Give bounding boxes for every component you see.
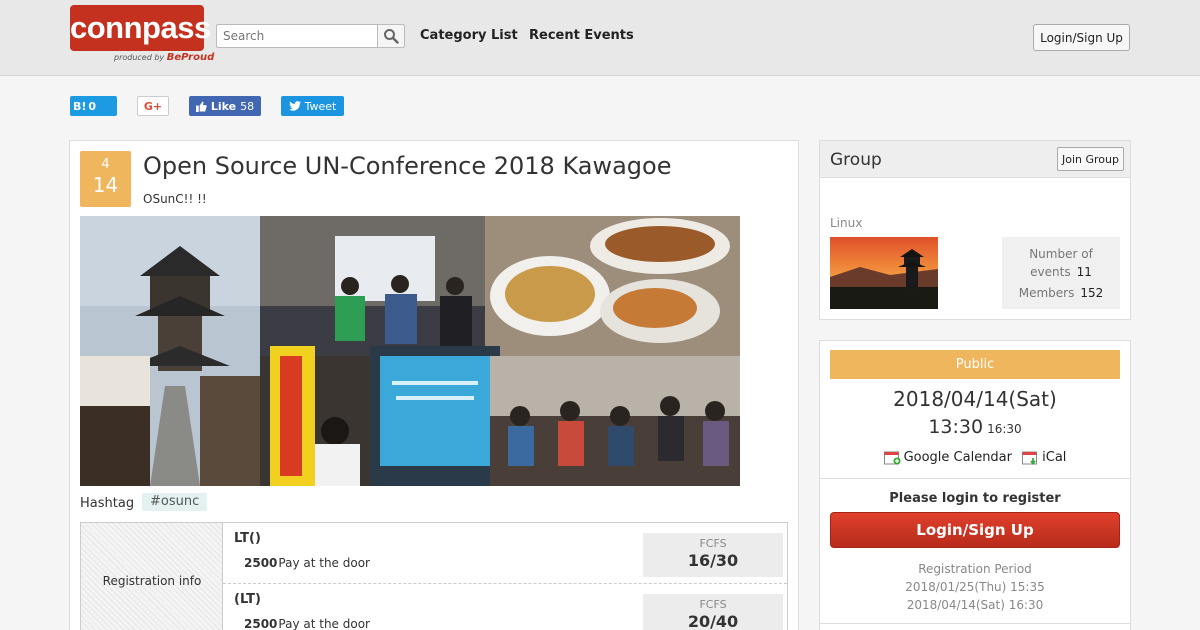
google-plus-button[interactable]: G+ <box>137 96 169 116</box>
facebook-like-button[interactable]: Like 58 <box>189 96 261 116</box>
login-to-register-note: Please login to register <box>889 491 1061 506</box>
calendar-links: Google Calendar iCal <box>820 450 1130 465</box>
event-day: 14 <box>92 173 119 197</box>
group-header: Group Join Group <box>820 141 1130 178</box>
join-group-button[interactable]: Join Group <box>1057 147 1124 171</box>
header-login-button[interactable]: Login/Sign Up <box>1033 24 1130 51</box>
event-subtitle: OSunC!! !! <box>143 192 207 206</box>
hatena-icon: B! <box>73 99 87 113</box>
group-events-stat: Number of events 11 <box>1029 247 1093 279</box>
group-members-count[interactable]: 152 <box>1080 286 1103 300</box>
connpass-logo[interactable]: connpass <box>70 5 211 51</box>
event-info-card: Public 2018/04/14(Sat) 13:30 16:30 Google… <box>819 340 1131 630</box>
group-stats: Number of events 11 Members 152 <box>1002 237 1120 309</box>
event-month: 4 <box>101 157 110 172</box>
search-box <box>216 24 405 48</box>
ticket-row: LT() 2500Pay at the door FCFS 16/30 <box>223 523 787 583</box>
registration-period: Registration Period 2018/01/25(Thu) 15:3… <box>820 560 1130 614</box>
registration-info-header: Registration info <box>81 523 223 630</box>
ticket-price: 2500Pay at the door <box>244 556 370 570</box>
divider <box>820 623 1130 624</box>
group-image[interactable] <box>830 237 938 309</box>
group-name-link[interactable]: Linux <box>830 216 862 230</box>
facebook-like-label: Like <box>210 99 237 113</box>
tweet-button[interactable]: Tweet <box>281 96 344 116</box>
registration-period-start: 2018/01/25(Thu) 15:35 <box>905 580 1045 594</box>
event-title: Open Source UN-Conference 2018 Kawagoe <box>143 152 672 180</box>
divider <box>820 478 1130 479</box>
group-heading: Group <box>830 150 882 170</box>
ticket-name: LT() <box>234 531 261 546</box>
group-card: Group Join Group Linux Number of events 1… <box>819 140 1131 320</box>
hatena-bookmark-button[interactable]: B! 0 <box>70 96 117 116</box>
registration-period-label: Registration Period <box>918 562 1032 576</box>
event-end-time: 16:30 <box>987 422 1022 436</box>
ticket-row: (LT) 2500Pay at the door FCFS 20/40 <box>223 583 787 630</box>
hashtag-link[interactable]: #osunc <box>142 493 208 511</box>
google-calendar-link[interactable]: Google Calendar <box>904 450 1012 465</box>
hatena-count: 0 <box>88 99 97 113</box>
logo-text: connpass <box>70 10 211 45</box>
ical-link[interactable]: iCal <box>1042 450 1066 465</box>
event-date: 2018/04/14(Sat) <box>893 387 1057 411</box>
nav-recent-events[interactable]: Recent Events <box>529 28 634 43</box>
registration-period-end: 2018/04/14(Sat) 16:30 <box>906 598 1044 612</box>
visibility-badge: Public <box>830 350 1120 379</box>
registration-table: Registration info LT() 2500Pay at the do… <box>80 522 788 630</box>
group-events-count[interactable]: 11 <box>1077 265 1092 279</box>
register-login-button[interactable]: Login/Sign Up <box>830 512 1120 548</box>
facebook-like-count: 58 <box>240 99 255 113</box>
ticket-name: (LT) <box>234 592 261 607</box>
ticket-price: 2500Pay at the door <box>244 617 370 630</box>
calendar-download-icon <box>1022 451 1038 465</box>
site-header: connpass produced by BeProud Category Li… <box>0 0 1200 76</box>
search-button[interactable] <box>377 24 405 48</box>
event-cover-image <box>80 216 740 486</box>
google-plus-icon: G+ <box>143 99 163 113</box>
thumbs-up-icon <box>195 100 207 112</box>
nav-category-list[interactable]: Category List <box>420 28 518 43</box>
group-members-stat: Members 152 <box>1018 286 1104 300</box>
event-start-time: 13:30 <box>928 416 984 438</box>
search-input[interactable] <box>216 24 377 48</box>
calendar-add-icon <box>883 451 901 465</box>
twitter-bird-icon <box>288 101 301 111</box>
ticket-capacity: FCFS 20/40 <box>643 594 783 630</box>
hashtag-label: Hashtag <box>80 496 135 511</box>
search-icon <box>384 29 399 44</box>
event-date-badge: 4 14 <box>80 151 131 207</box>
event-time: 13:30 16:30 <box>820 416 1130 438</box>
tweet-label: Tweet <box>304 99 337 113</box>
ticket-capacity: FCFS 16/30 <box>643 533 783 577</box>
logo-tagline: produced by BeProud <box>114 52 215 63</box>
